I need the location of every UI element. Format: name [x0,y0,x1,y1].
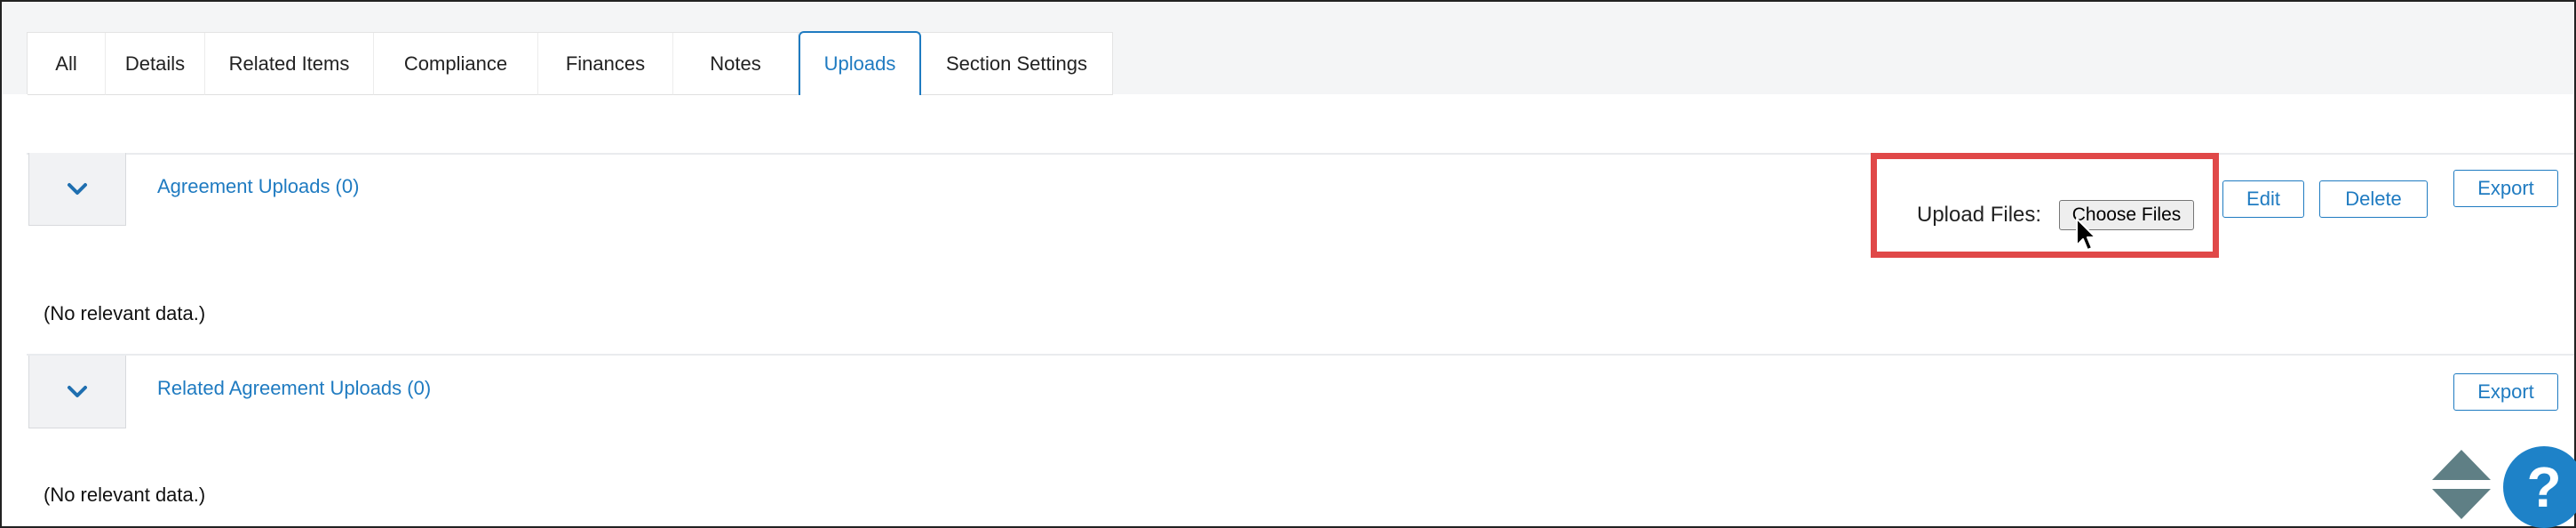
export-agreement-uploads-button[interactable]: Export [2453,170,2558,207]
tab-notes[interactable]: Notes [673,33,799,95]
tab-related-items[interactable]: Related Items [205,33,374,95]
help-icon[interactable]: ? [2503,446,2576,528]
edit-button[interactable]: Edit [2222,180,2304,218]
scroll-up-icon[interactable] [2432,450,2491,480]
tab-section-settings[interactable]: Section Settings [921,33,1113,95]
scroll-down-icon[interactable] [2432,489,2491,519]
chevron-down-icon [68,182,87,195]
tab-all[interactable]: All [28,33,106,95]
export-related-agreement-uploads-button[interactable]: Export [2453,373,2558,411]
delete-button[interactable]: Delete [2319,180,2428,218]
tab-finances[interactable]: Finances [538,33,673,95]
agreement-uploads-empty-text: (No relevant data.) [44,302,206,324]
section-tabs: All Details Related Items Compliance Fin… [27,31,1113,95]
upload-files-label: Upload Files: [1917,203,2042,227]
collapse-related-agreement-uploads-button[interactable] [28,356,126,428]
tab-uploads[interactable]: Uploads [799,31,921,95]
mouse-cursor-icon [2076,218,2096,251]
tab-details[interactable]: Details [106,33,205,95]
related-agreement-uploads-title[interactable]: Related Agreement Uploads (0) [157,377,431,400]
section-divider [27,354,2574,356]
chevron-down-icon [68,385,87,397]
agreement-uploads-title[interactable]: Agreement Uploads (0) [157,175,359,198]
tab-compliance[interactable]: Compliance [374,33,538,95]
related-agreement-uploads-empty-text: (No relevant data.) [44,484,206,506]
collapse-agreement-uploads-button[interactable] [28,153,126,226]
